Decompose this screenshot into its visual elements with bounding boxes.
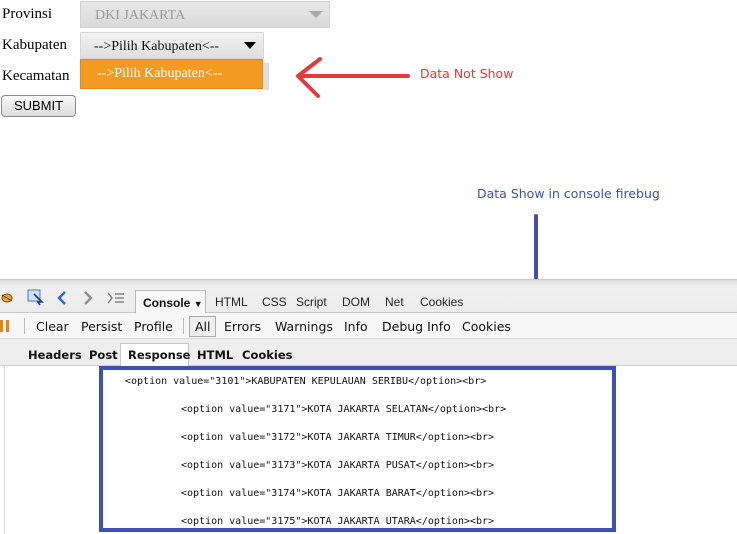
response-highlight-overlay: [99, 366, 616, 532]
response-highlight-box: [99, 366, 616, 532]
